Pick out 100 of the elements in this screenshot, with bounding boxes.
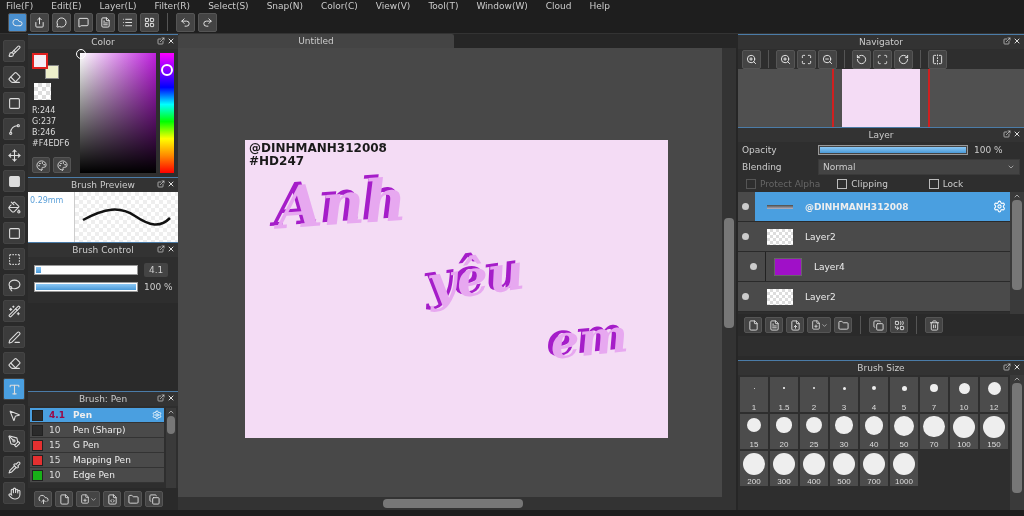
fit-button[interactable] (797, 49, 816, 69)
brush-size-option[interactable]: 50 (890, 414, 918, 449)
visibility-dot[interactable] (742, 203, 749, 210)
curve-tool-button[interactable] (3, 118, 25, 140)
brush-size-option[interactable]: 30 (830, 414, 858, 449)
add-layer-button[interactable] (807, 317, 831, 333)
redo-button[interactable] (198, 12, 217, 32)
layer-option-checkbox[interactable]: Clipping (837, 179, 929, 189)
brush-item[interactable]: 15 G Pen (30, 438, 164, 453)
brush-size-option[interactable]: 1 (740, 377, 768, 412)
rotate-left-button[interactable] (852, 49, 871, 69)
selecteraser-tool-button[interactable] (3, 352, 25, 374)
scrollbar-thumb[interactable] (167, 416, 175, 434)
brush-size-option[interactable]: 2 (800, 377, 828, 412)
menu-item[interactable]: View(V) (375, 0, 411, 11)
document-button[interactable] (96, 12, 115, 32)
scrollbar[interactable] (1010, 375, 1024, 510)
arrow-up-icon[interactable] (167, 408, 175, 416)
rect-tool-button[interactable] (3, 92, 25, 114)
cloud-button[interactable] (8, 12, 27, 32)
palette-settings-button[interactable] (53, 157, 71, 173)
scrollbar-thumb[interactable] (383, 499, 523, 508)
brush-size-option[interactable]: 25 (800, 414, 828, 449)
arrow-up-icon[interactable] (1013, 375, 1021, 383)
brush-size-option[interactable]: 10 (950, 377, 978, 412)
brush-size-option[interactable]: 1000 (890, 451, 918, 486)
menu-item[interactable]: Snap(N) (266, 0, 304, 11)
palette-button[interactable] (32, 157, 50, 173)
menu-item[interactable]: Color(C) (321, 0, 358, 11)
document-tab[interactable]: Untitled (178, 34, 454, 48)
visibility-dot[interactable] (742, 233, 749, 240)
size-value[interactable]: 4.1 (144, 263, 169, 277)
brush-size-option[interactable]: 40 (860, 414, 888, 449)
new-file-button[interactable] (55, 491, 73, 507)
menu-item[interactable]: Edit(E) (51, 0, 82, 11)
reset-rotation-button[interactable] (873, 49, 892, 69)
brush-size-option[interactable]: 400 (800, 451, 828, 486)
brush-size-option[interactable]: 70 (920, 414, 948, 449)
menu-item[interactable]: Select(S) (208, 0, 249, 11)
brush-size-option[interactable]: 200 (740, 451, 768, 486)
select-tool-button[interactable] (3, 248, 25, 270)
dropper-tool-button[interactable] (3, 456, 25, 478)
popout-icon[interactable] (157, 180, 165, 188)
brush-size-option[interactable]: 5 (890, 377, 918, 412)
add-brush-button[interactable] (76, 491, 100, 507)
brush-size-option[interactable]: 12 (980, 377, 1008, 412)
brush-size-option[interactable]: 500 (830, 451, 858, 486)
rotate-right-button[interactable] (894, 49, 913, 69)
blending-dropdown[interactable]: Normal (818, 159, 1020, 175)
close-icon[interactable] (167, 37, 175, 45)
visibility-dot[interactable] (742, 293, 749, 300)
brush-size-option[interactable]: 1.5 (770, 377, 798, 412)
brush-item[interactable]: 15 Mapping Pen (30, 453, 164, 468)
popout-icon[interactable] (157, 245, 165, 253)
brush-item[interactable]: 10 Edge Pen (30, 468, 164, 483)
menu-item[interactable]: Filter(R) (154, 0, 191, 11)
bucket-tool-button[interactable] (3, 196, 25, 218)
layer-option-checkbox[interactable]: Lock (928, 179, 1020, 189)
popout-icon[interactable] (157, 37, 165, 45)
hand-tool-button[interactable] (3, 482, 25, 504)
close-icon[interactable] (167, 394, 175, 402)
brush-size-option[interactable]: 15 (740, 414, 768, 449)
text-tool-button[interactable] (3, 378, 25, 400)
move-tool-button[interactable] (3, 144, 25, 166)
script-button[interactable] (103, 491, 121, 507)
arrow-up-icon[interactable] (1013, 192, 1021, 200)
drawing-canvas[interactable]: @DINHMANH312008 #HD247 Anh yêu em (245, 140, 668, 438)
menu-item[interactable]: File(F) (6, 0, 34, 11)
gradient-tool-button[interactable] (3, 222, 25, 244)
new-layer-8bit-button[interactable] (765, 317, 783, 333)
scrollbar[interactable] (722, 48, 736, 497)
brush-size-option[interactable]: 150 (980, 414, 1008, 449)
color-swatch[interactable] (32, 53, 48, 69)
brush-item[interactable]: 10 Pen (Sharp) (30, 423, 164, 438)
visibility-dot[interactable] (750, 263, 757, 270)
brush-size-option[interactable]: 3 (830, 377, 858, 412)
scrollbar-thumb[interactable] (724, 218, 734, 328)
close-icon[interactable] (1013, 37, 1021, 45)
saturation-value-picker[interactable] (80, 53, 156, 173)
popout-icon[interactable] (157, 394, 165, 402)
grid-button[interactable] (140, 12, 159, 32)
close-icon[interactable] (167, 180, 175, 188)
wand-tool-button[interactable] (3, 300, 25, 322)
folder-button[interactable] (834, 317, 852, 333)
cloud-upload-button[interactable] (34, 491, 52, 507)
hue-handle[interactable] (161, 63, 173, 76)
speech-bubble-button[interactable] (52, 12, 71, 32)
duplicate-button[interactable] (869, 317, 887, 333)
close-icon[interactable] (1013, 363, 1021, 371)
brush-size-option[interactable]: 20 (770, 414, 798, 449)
brush-tool-button[interactable] (3, 40, 25, 62)
hue-slider[interactable] (160, 53, 174, 173)
settings-icon[interactable] (993, 200, 1006, 213)
fill-tool-button[interactable] (3, 170, 25, 192)
menu-item[interactable]: Window(W) (476, 0, 528, 11)
new-layer-button[interactable] (744, 317, 762, 333)
eraser-tool-button[interactable] (3, 66, 25, 88)
brush-size-option[interactable]: 7 (920, 377, 948, 412)
scrollbar[interactable] (178, 497, 736, 510)
scrollbar[interactable] (166, 408, 176, 488)
